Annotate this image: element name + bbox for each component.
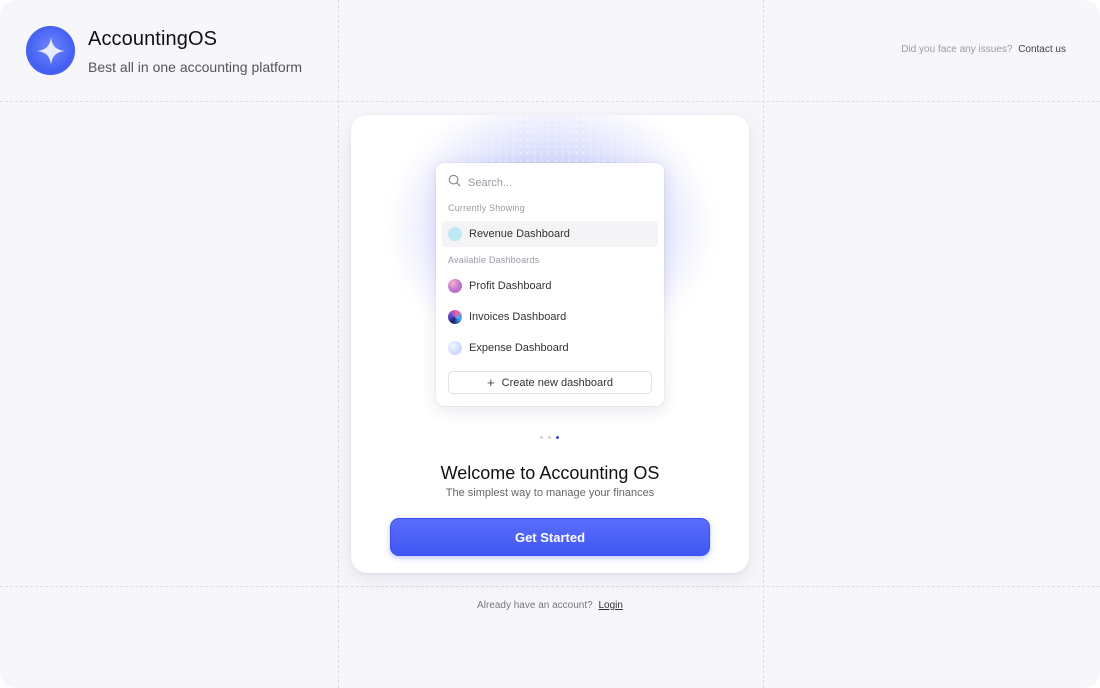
welcome-title: Welcome to Accounting OS — [440, 463, 660, 483]
dashboard-item-invoices[interactable]: Invoices Dashboard — [442, 304, 658, 330]
guide-line — [0, 586, 1100, 587]
login-prompt: Already have an account? Login — [0, 600, 1100, 611]
page: AccountingOS Best all in one accounting … — [0, 0, 1100, 688]
app-title: AccountingOS — [88, 28, 218, 50]
dashboard-item-label: Expense Dashboard — [469, 342, 569, 354]
onboarding-card: Currently Showing Revenue Dashboard Avai… — [351, 115, 749, 573]
dashboard-item-label: Revenue Dashboard — [469, 228, 570, 240]
login-prompt-text: Already have an account? — [477, 600, 593, 611]
dashboard-item-expense[interactable]: Expense Dashboard — [442, 335, 658, 361]
profit-dot-icon — [448, 279, 462, 293]
support-prompt: Did you face any issues? — [901, 44, 1013, 55]
plus-icon: + — [487, 375, 495, 390]
guide-line — [763, 0, 764, 688]
pager-dot[interactable] — [548, 436, 551, 439]
dashboard-item-label: Invoices Dashboard — [469, 311, 567, 323]
search-input[interactable] — [468, 177, 638, 189]
invoices-dot-icon — [448, 310, 462, 324]
dashboard-item-profit[interactable]: Profit Dashboard — [442, 273, 658, 299]
create-dashboard-button[interactable]: + Create new dashboard — [448, 371, 652, 394]
app-tagline: Best all in one accounting platform — [88, 59, 303, 75]
pager-dot-active[interactable] — [556, 436, 559, 439]
search-icon — [448, 174, 461, 192]
pager-dot[interactable] — [540, 436, 543, 439]
revenue-dot-icon — [448, 227, 462, 241]
dashboard-item-label: Profit Dashboard — [469, 280, 552, 292]
contact-us-link[interactable]: Contact us — [1018, 44, 1066, 55]
dashboard-dropdown: Currently Showing Revenue Dashboard Avai… — [436, 163, 664, 406]
brand-header: AccountingOS Best all in one accounting … — [26, 26, 302, 75]
guide-line — [0, 101, 1100, 102]
get-started-button[interactable]: Get Started — [390, 518, 710, 556]
login-link[interactable]: Login — [598, 600, 622, 611]
dashboard-item-revenue[interactable]: Revenue Dashboard — [442, 221, 658, 247]
guide-line — [338, 0, 339, 688]
expense-dot-icon — [448, 341, 462, 355]
sparkle-icon — [26, 26, 75, 75]
section-label-available: Available Dashboards — [448, 255, 540, 265]
welcome-subtitle: The simplest way to manage your finances — [445, 487, 655, 499]
search-bar[interactable] — [448, 174, 638, 192]
section-label-current: Currently Showing — [448, 203, 525, 213]
support-text: Did you face any issues? Contact us — [901, 44, 1066, 55]
create-dashboard-label: Create new dashboard — [501, 376, 613, 389]
carousel-pager — [540, 436, 559, 439]
